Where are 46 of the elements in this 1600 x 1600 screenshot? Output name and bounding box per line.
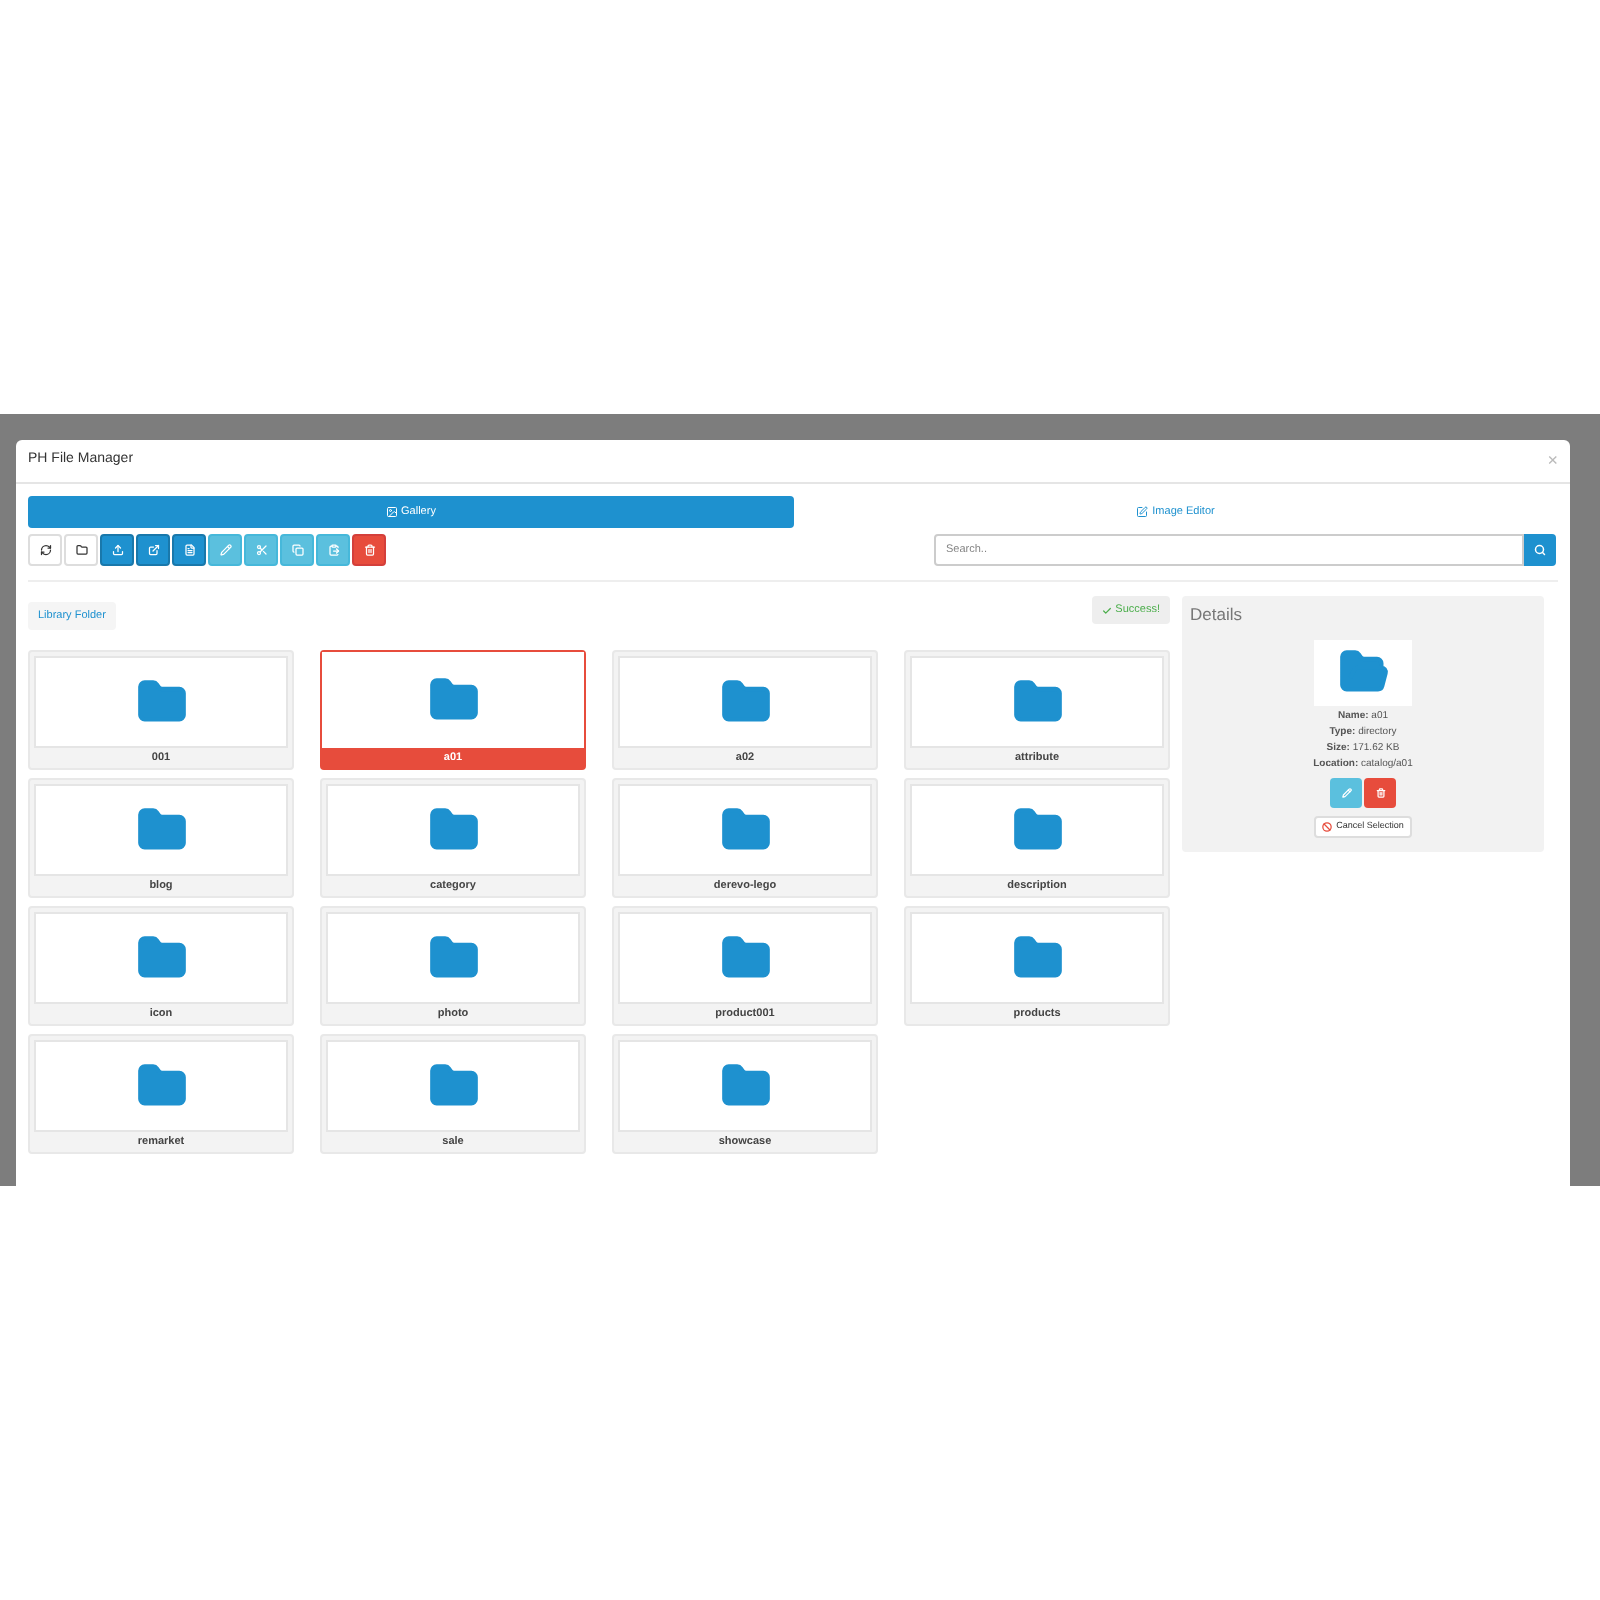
details-title: Details [1190,602,1242,628]
scissors-icon [255,544,267,556]
folder-icon [427,804,479,856]
folder-icon [719,676,771,728]
folder-icon [1011,676,1063,728]
edit-icon [1136,506,1149,518]
search-icon [1534,544,1546,556]
folder-icon [1011,804,1063,856]
search-button[interactable] [1524,534,1556,566]
upload-button[interactable] [100,534,134,566]
copy-icon [291,544,303,556]
rename-button[interactable] [1330,777,1362,808]
paste-button[interactable] [316,534,350,566]
folder-icon [135,676,187,728]
folder-icon [427,674,479,726]
paste-icon [327,544,339,556]
check-icon [1101,605,1112,615]
folder-icon [427,932,479,984]
folder-icon [719,1060,771,1112]
folder-icon [427,1060,479,1112]
pencil-button[interactable] [208,534,242,566]
delete-button[interactable] [1364,777,1396,808]
file-icon [183,544,195,556]
refresh-button[interactable] [28,534,62,566]
file-button[interactable] [172,534,206,566]
trash-icon [363,544,375,556]
folder-icon [135,1060,187,1112]
folder-icon [719,932,771,984]
external-link-icon [147,544,159,556]
trash-icon [1375,787,1385,798]
image-icon [385,506,398,518]
upload-icon [111,544,123,556]
folder-button[interactable] [64,534,98,566]
pencil-icon [1341,787,1351,798]
folder-icon [135,932,187,984]
folder-icon [1011,932,1063,984]
folder-icon [75,544,87,556]
folder-icon [719,804,771,856]
external-button[interactable] [136,534,170,566]
refresh-icon [39,544,51,556]
cancel-icon [1322,821,1333,832]
pencil-icon [219,544,231,556]
trash-button[interactable] [352,534,386,566]
scissors-button[interactable] [244,534,278,566]
copy-button[interactable] [280,534,314,566]
folder-icon [135,804,187,856]
